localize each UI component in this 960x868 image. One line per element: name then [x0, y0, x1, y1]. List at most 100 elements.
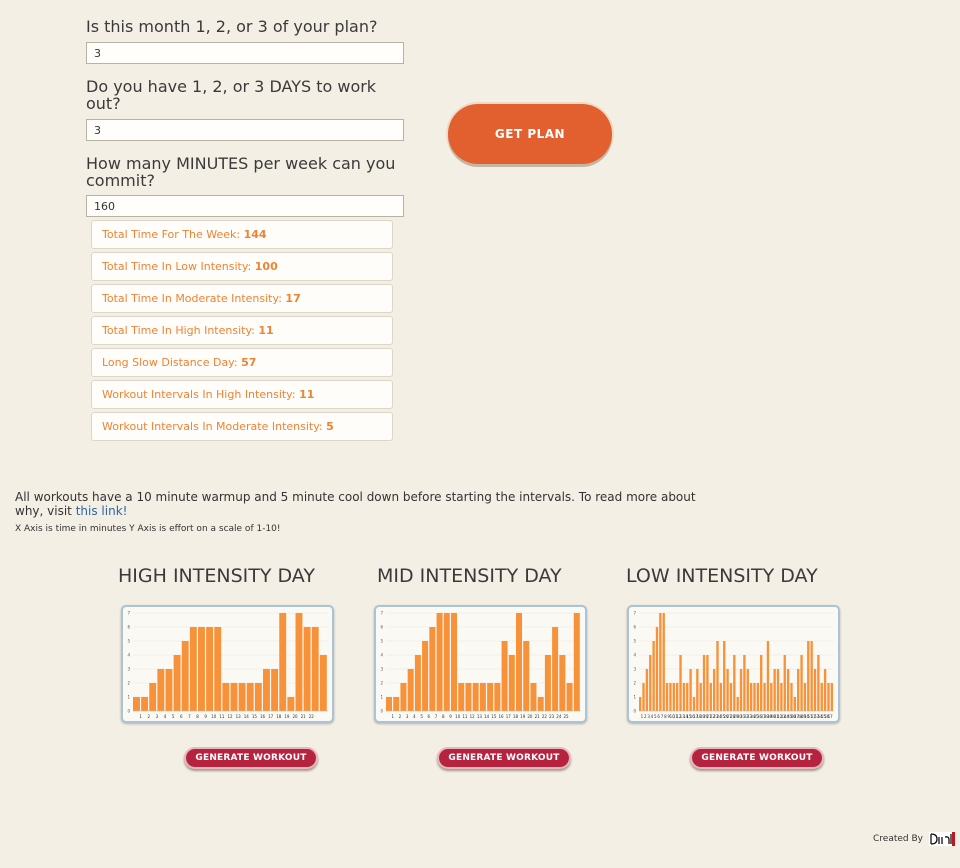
y-tick-label: 1: [127, 695, 130, 700]
chart-bar: [279, 613, 287, 711]
chart-bar: [254, 683, 262, 711]
chart-bar: [238, 683, 246, 711]
y-tick-label: 5: [633, 639, 636, 644]
chart-bar: [813, 669, 817, 711]
chart-bar: [753, 683, 756, 711]
read-more-link[interactable]: this link!: [76, 504, 128, 518]
chart-bar: [544, 655, 551, 711]
chart-high-svg: 012345671 2 3 4 5 6 7 8 9 10 11 12 13 14 15 16 17 18 19 20 2…: [127, 611, 328, 719]
chart-bar: [706, 655, 709, 711]
chart-bar: [797, 669, 800, 711]
chart-bar: [246, 683, 254, 711]
chart-bar: [823, 669, 827, 711]
x-tick-label: 20: [527, 714, 533, 719]
chart-bar: [393, 697, 400, 711]
y-tick-label: 3: [380, 667, 383, 672]
month-input[interactable]: [86, 42, 404, 64]
result-moderate-intervals: Workout Intervals In Moderate Intensity:…: [91, 412, 393, 441]
chart-bar: [303, 627, 311, 711]
chart-bar: [287, 697, 295, 711]
chart-bar: [451, 613, 458, 711]
x-tick-label: 3: [156, 714, 159, 719]
y-tick-label: 0: [127, 709, 130, 714]
chart-bar: [817, 655, 820, 711]
minutes-input[interactable]: [86, 195, 404, 217]
chart-bar: [807, 641, 810, 711]
y-tick-label: 3: [633, 667, 636, 672]
chart-bar: [295, 613, 303, 711]
chart-bar: [400, 683, 407, 711]
question-month: Is this month 1, 2, or 3 of your plan?: [86, 17, 378, 36]
x-tick-label: 22: [309, 714, 315, 719]
chart-bar: [559, 655, 566, 711]
chart-bar: [810, 641, 813, 711]
x-tick-label: 5: [420, 714, 423, 719]
x-tick-label: 1: [391, 714, 394, 719]
x-tick-label: 14: [484, 714, 490, 719]
result-long-slow-distance: Long Slow Distance Day: 57: [91, 348, 393, 377]
chart-bar: [665, 683, 669, 711]
chart-bar: [198, 627, 205, 711]
chart-bar: [803, 683, 807, 711]
chart-bar: [766, 641, 770, 711]
y-tick-label: 5: [380, 639, 383, 644]
x-tick-label: 4: [164, 714, 167, 719]
chart-bar: [662, 613, 665, 711]
chart-bar: [723, 641, 726, 711]
chart-bar: [800, 655, 803, 711]
chart-bar: [523, 641, 530, 711]
x-tick-label: 10: [455, 714, 461, 719]
chart-bar: [133, 697, 140, 711]
chart-bar: [719, 683, 723, 711]
chart-bar: [780, 683, 783, 711]
chart-bar: [649, 655, 652, 711]
generate-mid-button[interactable]: GENERATE WORKOUT: [437, 747, 571, 769]
chart-bar: [230, 683, 238, 711]
chart-bar: [458, 683, 465, 711]
generate-low-button[interactable]: GENERATE WORKOUT: [690, 747, 824, 769]
chart-bar: [642, 683, 645, 711]
x-tick-label: 2: [399, 714, 402, 719]
x-tick-label: 17: [506, 714, 512, 719]
x-tick-label: 6: [428, 714, 431, 719]
chart-bar: [472, 683, 479, 711]
days-input[interactable]: [86, 119, 404, 141]
generate-high-button[interactable]: GENERATE WORKOUT: [184, 747, 318, 769]
chart-bar: [501, 641, 508, 711]
chart-bar: [530, 683, 537, 711]
chart-bar: [743, 655, 746, 711]
x-tick-label: 4: [413, 714, 416, 719]
x-tick-label: 11: [462, 714, 468, 719]
chart-bar: [165, 669, 173, 711]
chart-title-low: LOW INTENSITY DAY: [626, 565, 818, 587]
x-tick-label: 12: [470, 714, 476, 719]
y-tick-label: 7: [380, 611, 383, 616]
chart-bar: [686, 683, 689, 711]
chart-bar: [652, 641, 655, 711]
x-tick-label: 22: [542, 714, 548, 719]
chart-bar: [716, 641, 719, 711]
chart-low: 0 1 2 3 4 5 6 7 1 2 3 4 5 6 7 8 9 10 11 12 13 14 15 16 17 18 19 20 2…: [627, 605, 840, 723]
chart-bar: [692, 697, 696, 711]
x-tick-label: 7: [435, 714, 438, 719]
chart-bar: [141, 697, 149, 711]
y-tick-label: 7: [633, 611, 636, 616]
x-tick-label: 2: [147, 714, 150, 719]
result-total-week: Total Time For The Week: 144: [91, 220, 393, 249]
x-tick-label: 15: [252, 714, 258, 719]
chart-bar: [181, 641, 189, 711]
x-tick-label: 19: [284, 714, 290, 719]
created-by: Created By: [873, 834, 923, 844]
chart-bar: [672, 683, 675, 711]
get-plan-button[interactable]: GET PLAN: [448, 104, 612, 164]
chart-bar: [494, 683, 501, 711]
chart-bar: [655, 627, 659, 711]
chart-bar: [271, 669, 279, 711]
chart-bar: [263, 669, 270, 711]
y-tick-label: 7: [127, 611, 130, 616]
chart-bar: [537, 697, 544, 711]
question-days: Do you have 1, 2, or 3 DAYS to work out?: [86, 77, 377, 113]
chart-bar: [786, 669, 790, 711]
chart-bar: [773, 669, 776, 711]
x-tick-label: 18: [513, 714, 519, 719]
